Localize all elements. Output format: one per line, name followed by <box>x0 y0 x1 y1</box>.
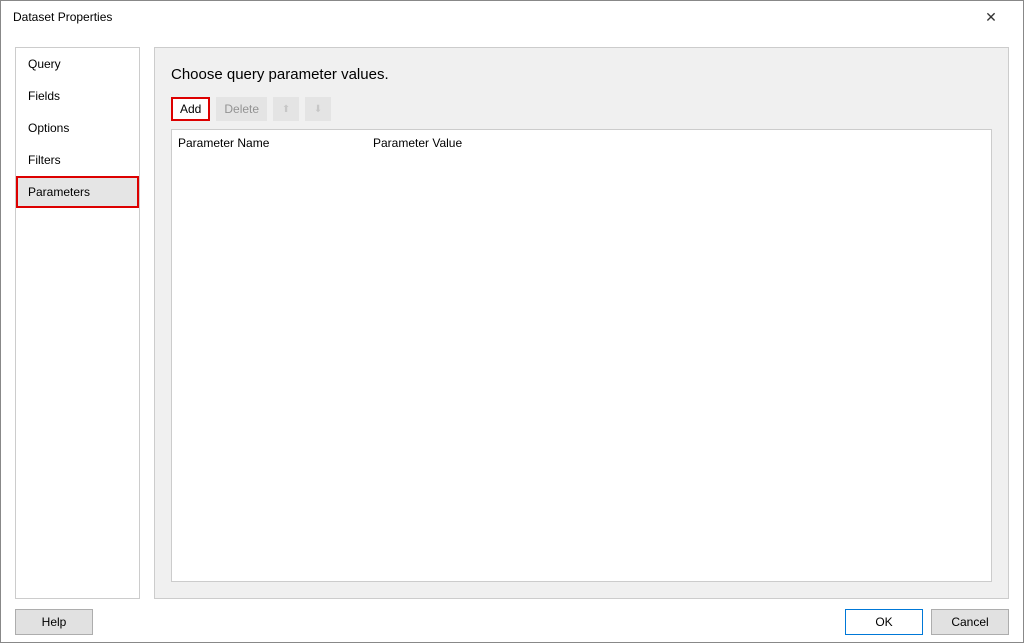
panel-heading: Choose query parameter values. <box>155 48 1008 97</box>
footer-right: OK Cancel <box>845 609 1009 635</box>
grid-header-row: Parameter Name Parameter Value <box>172 129 991 156</box>
move-up-button[interactable]: ⬆ <box>273 97 299 121</box>
main-panel: Choose query parameter values. Add Delet… <box>154 47 1009 599</box>
column-header-name: Parameter Name <box>178 136 373 150</box>
nav-item-label: Query <box>28 57 61 71</box>
nav-item-options[interactable]: Options <box>16 112 139 144</box>
move-down-button[interactable]: ⬇ <box>305 97 331 121</box>
nav-item-label: Fields <box>28 89 60 103</box>
ok-button[interactable]: OK <box>845 609 923 635</box>
nav-item-filters[interactable]: Filters <box>16 144 139 176</box>
nav-item-parameters[interactable]: Parameters <box>16 176 139 208</box>
close-button[interactable]: ✕ <box>971 3 1011 31</box>
arrow-down-icon: ⬇ <box>314 104 322 115</box>
title-bar: Dataset Properties ✕ <box>1 1 1023 33</box>
help-button-label: Help <box>42 615 67 629</box>
ok-button-label: OK <box>875 615 892 629</box>
nav-item-fields[interactable]: Fields <box>16 80 139 112</box>
toolbar: Add Delete ⬆ ⬇ <box>155 97 1008 129</box>
side-nav: Query Fields Options Filters Parameters <box>15 47 140 599</box>
close-icon: ✕ <box>985 9 997 26</box>
delete-button[interactable]: Delete <box>216 97 267 121</box>
window-title: Dataset Properties <box>13 10 112 24</box>
help-button[interactable]: Help <box>15 609 93 635</box>
nav-item-query[interactable]: Query <box>16 48 139 80</box>
nav-item-label: Filters <box>28 153 61 167</box>
dialog-footer: Help OK Cancel <box>1 599 1023 644</box>
cancel-button-label: Cancel <box>951 615 988 629</box>
cancel-button[interactable]: Cancel <box>931 609 1009 635</box>
dialog-body: Query Fields Options Filters Parameters … <box>1 33 1023 599</box>
add-button[interactable]: Add <box>171 97 210 121</box>
nav-item-label: Options <box>28 121 69 135</box>
parameter-grid: Parameter Name Parameter Value <box>171 129 992 582</box>
nav-item-label: Parameters <box>28 185 90 199</box>
add-button-label: Add <box>180 102 201 116</box>
arrow-up-icon: ⬆ <box>282 104 290 115</box>
column-header-value: Parameter Value <box>373 136 985 150</box>
delete-button-label: Delete <box>224 102 259 116</box>
